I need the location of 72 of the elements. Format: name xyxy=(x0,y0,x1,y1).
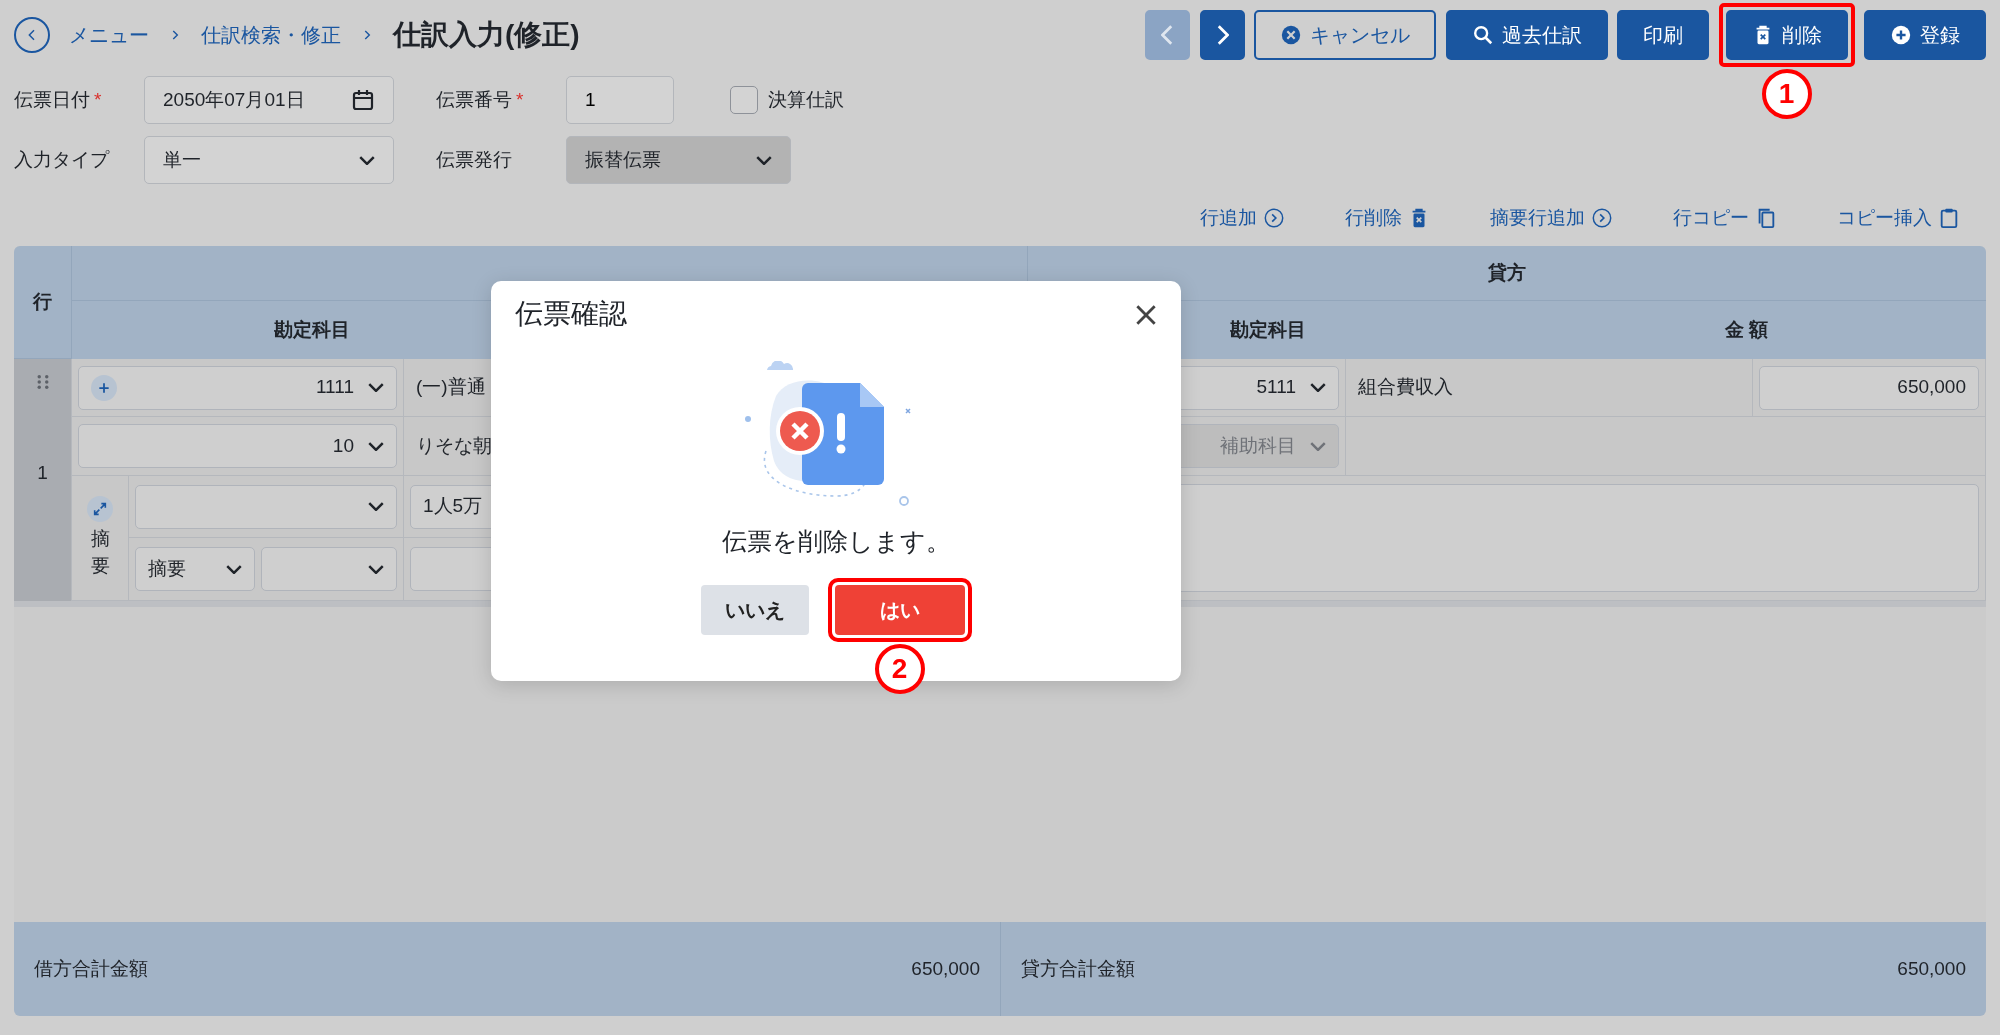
dialog-title: 伝票確認 xyxy=(515,297,627,331)
column-header: 行 xyxy=(33,289,52,314)
cancel-button[interactable]: いいえ xyxy=(700,585,809,636)
field-label: 入力タイプ xyxy=(14,148,109,170)
total-amount: 650,000 xyxy=(1897,956,1966,981)
chevron-down-icon xyxy=(359,155,375,165)
column-header: 貸方 xyxy=(1488,260,1526,285)
search-button[interactable]: 過去仕訳 xyxy=(1445,10,1608,60)
row-action-link[interactable]: 行コピー xyxy=(1673,203,1777,233)
amount-field[interactable]: 650,000 xyxy=(1759,365,1979,410)
expand-arrows-icon xyxy=(92,501,108,518)
plus-icon xyxy=(97,380,111,395)
checkbox-label: 決算仕訳 xyxy=(767,87,844,112)
circle-chevron-icon xyxy=(1263,207,1285,229)
account-name: (一)普通 xyxy=(415,375,487,400)
add-button[interactable] xyxy=(91,374,117,401)
chevron-down-icon xyxy=(368,564,384,574)
confirm-button[interactable]: はい xyxy=(834,585,965,636)
subaccount-code-select[interactable]: 10 xyxy=(78,424,397,468)
chevron-down-icon xyxy=(368,502,384,511)
row-action-link[interactable]: 摘要行追加 xyxy=(1490,203,1613,233)
chevron-left-icon xyxy=(1161,25,1174,45)
row-action-link[interactable]: 行追加 xyxy=(1200,203,1285,233)
breadcrumb-link[interactable]: メニュー xyxy=(69,20,149,50)
required-mark: * xyxy=(94,88,102,110)
number-field[interactable]: 1 xyxy=(566,76,674,124)
page-title: 仕訳入力(修正) xyxy=(393,18,580,52)
chevron-down-icon xyxy=(226,564,242,574)
chevron-down-icon xyxy=(1310,441,1326,451)
chevron-down-icon xyxy=(1310,383,1326,392)
next-button[interactable] xyxy=(1199,10,1245,60)
register-button[interactable]: 登録 xyxy=(1864,10,1986,60)
row-action-link[interactable]: 行削除 xyxy=(1345,203,1430,233)
total-label: 借方合計金額 xyxy=(34,956,148,981)
total-label: 貸方合計金額 xyxy=(1021,956,1135,981)
clipboard-icon xyxy=(1938,207,1960,229)
chevron-down-icon xyxy=(756,155,772,165)
summary-label: 摘要 xyxy=(90,527,110,578)
select-field[interactable]: 単一 xyxy=(144,136,394,184)
summary-type-select[interactable]: 摘要 xyxy=(135,547,255,591)
breadcrumb-link[interactable]: 仕訳検索・修正 xyxy=(201,20,341,50)
expand-button[interactable] xyxy=(87,496,113,523)
cancel-button[interactable]: キャンセル xyxy=(1254,10,1436,60)
date-field[interactable]: 2050年07月01日 xyxy=(144,76,394,124)
checkbox[interactable] xyxy=(730,86,758,114)
calendar-icon xyxy=(351,88,375,112)
total-amount: 650,000 xyxy=(911,956,980,981)
close-circle-icon xyxy=(1280,24,1302,46)
field-label: 伝票番号 xyxy=(436,88,512,110)
field-label: 伝票日付 xyxy=(14,88,90,110)
column-header: 金 額 xyxy=(1723,317,1770,342)
subaccount-name: りそな朝 xyxy=(415,433,493,458)
dialog-message: 伝票を削除します。 xyxy=(720,525,952,557)
chevron-down-icon xyxy=(368,441,384,451)
row-number: 1 xyxy=(37,461,48,485)
required-mark: * xyxy=(516,88,524,110)
search-icon xyxy=(1471,24,1494,46)
back-button[interactable] xyxy=(14,17,50,53)
delete-button[interactable]: 削除 xyxy=(1725,10,1848,60)
plus-circle-icon xyxy=(1890,24,1912,46)
print-button[interactable]: 印刷 xyxy=(1617,10,1709,60)
account-code-select[interactable]: 1111 xyxy=(78,365,397,410)
account-name: 組合費収入 xyxy=(1357,375,1454,400)
chevron-down-icon xyxy=(368,383,384,392)
row-action-link[interactable]: コピー挿入 xyxy=(1837,203,1960,233)
step-number: 1 xyxy=(1761,69,1812,119)
chevron-right-icon xyxy=(1215,25,1229,45)
circle-chevron-icon xyxy=(1591,207,1613,229)
step-number: 2 xyxy=(874,644,925,695)
column-header: 勘定科目 xyxy=(1228,317,1307,342)
column-header: 勘定科目 xyxy=(273,317,351,342)
field-label: 伝票発行 xyxy=(436,148,512,170)
